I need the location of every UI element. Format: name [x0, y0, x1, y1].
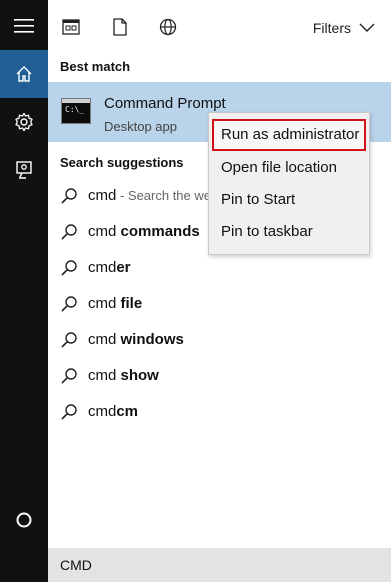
command-prompt-icon-text: C:\_	[65, 105, 85, 114]
suggestion-bold: windows	[120, 331, 184, 348]
suggestion-item[interactable]: cmder	[48, 250, 391, 286]
documents-filter-button[interactable]	[109, 16, 131, 38]
menu-item-pin-to-taskbar[interactable]: Pin to taskbar	[209, 216, 369, 248]
search-box[interactable]: CMD	[48, 548, 391, 582]
suggestion-prefix: cmd	[88, 223, 121, 240]
filters-label: Filters	[312, 20, 351, 36]
suggestion-text: cmd file	[88, 295, 142, 312]
search-suggestions-heading: Search suggestions	[60, 155, 184, 170]
feedback-icon	[16, 161, 32, 179]
search-icon	[61, 404, 77, 420]
search-query-text: CMD	[60, 557, 92, 573]
menu-item-label: Run as administrator	[221, 126, 360, 143]
suggestion-text: cmd show	[88, 367, 159, 384]
home-icon	[16, 66, 32, 82]
search-toolbar: Filters	[48, 0, 391, 55]
suggestion-text: cmd windows	[88, 331, 184, 348]
suggestion-bold: er	[116, 259, 131, 276]
search-icon	[61, 260, 77, 276]
apps-filter-button[interactable]	[60, 16, 82, 38]
best-match-subtitle: Desktop app	[104, 119, 177, 134]
suggestion-text: cmdcm	[88, 403, 138, 420]
feedback-button[interactable]	[0, 146, 48, 194]
document-icon	[113, 18, 127, 36]
filters-dropdown[interactable]: Filters	[313, 18, 375, 38]
cortana-circle-icon	[16, 512, 32, 528]
suggestion-bold: cm	[116, 403, 139, 420]
search-results-panel: Filters Best match C:\_ Command Prompt D…	[48, 0, 391, 548]
suggestion-hint: - Search the we	[116, 188, 211, 203]
suggestion-item[interactable]: cmd file	[48, 286, 391, 322]
suggestion-text: cmd commands	[88, 223, 200, 240]
menu-item-label: Pin to taskbar	[221, 223, 313, 240]
suggestion-bold: show	[120, 367, 159, 384]
apps-icon	[62, 19, 80, 35]
start-left-rail	[0, 0, 48, 582]
context-menu: Run as administrator Open file location …	[208, 112, 370, 255]
menu-item-label: Pin to Start	[221, 191, 296, 208]
hamburger-menu-icon	[14, 19, 34, 33]
cortana-button[interactable]	[0, 496, 48, 544]
hamburger-menu-button[interactable]	[0, 2, 48, 50]
settings-gear-icon	[15, 112, 33, 132]
home-button[interactable]	[0, 50, 48, 98]
suggestion-prefix: cmd	[88, 331, 121, 348]
best-match-heading: Best match	[60, 59, 131, 74]
suggestion-bold: commands	[120, 223, 200, 240]
menu-item-pin-to-start[interactable]: Pin to Start	[209, 184, 369, 216]
menu-item-open-file-location[interactable]: Open file location	[209, 152, 369, 184]
suggestion-item[interactable]: cmdcm	[48, 394, 391, 430]
suggestion-prefix: cmd	[88, 259, 117, 276]
search-icon	[61, 332, 77, 348]
suggestion-prefix: cmd	[88, 403, 117, 420]
menu-item-run-as-administrator[interactable]: Run as administrator	[212, 119, 366, 151]
suggestion-text: cmder	[88, 259, 131, 276]
search-icon	[61, 368, 77, 384]
web-filter-button[interactable]	[157, 16, 179, 38]
search-icon	[61, 188, 77, 204]
suggestion-prefix: cmd	[88, 295, 121, 312]
search-icon	[61, 224, 77, 240]
suggestion-bold: file	[120, 295, 143, 312]
best-match-title: Command Prompt	[104, 95, 226, 112]
globe-icon	[159, 18, 177, 36]
command-prompt-icon: C:\_	[61, 98, 91, 124]
suggestion-item[interactable]: cmd windows	[48, 322, 391, 358]
suggestion-item[interactable]: cmd show	[48, 358, 391, 394]
chevron-down-icon	[359, 23, 375, 32]
suggestion-prefix: cmd	[88, 187, 117, 204]
suggestion-prefix: cmd	[88, 367, 121, 384]
search-icon	[61, 296, 77, 312]
menu-item-label: Open file location	[221, 159, 337, 176]
settings-button[interactable]	[0, 98, 48, 146]
suggestion-text: cmd - Search the we	[88, 187, 211, 204]
